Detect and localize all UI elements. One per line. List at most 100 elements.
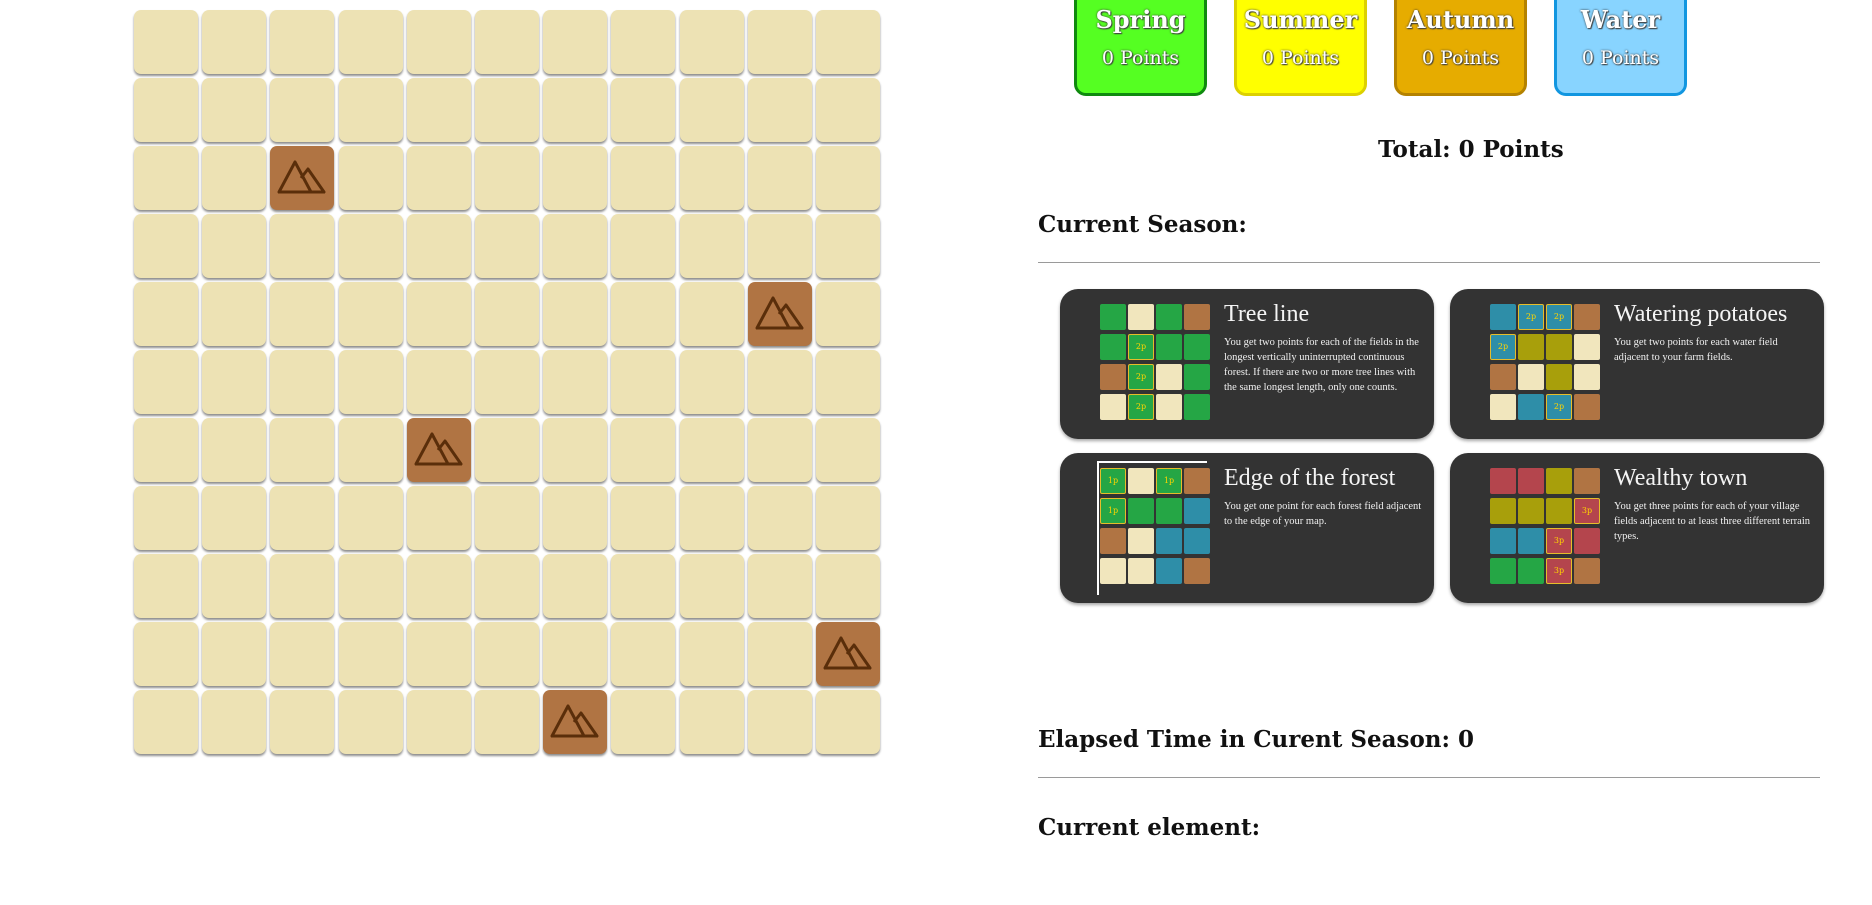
map-cell[interactable] bbox=[543, 78, 608, 142]
map-cell[interactable] bbox=[338, 214, 403, 278]
map-cell[interactable] bbox=[270, 486, 335, 550]
map-cell[interactable] bbox=[406, 282, 471, 346]
map-cell[interactable] bbox=[747, 622, 812, 686]
map-cell[interactable] bbox=[815, 554, 880, 618]
map-cell[interactable] bbox=[202, 78, 267, 142]
map-cell[interactable] bbox=[543, 486, 608, 550]
map-cell[interactable] bbox=[134, 486, 198, 550]
map-cell[interactable] bbox=[270, 10, 335, 74]
map-cell[interactable] bbox=[202, 146, 267, 210]
map-cell[interactable] bbox=[202, 418, 267, 482]
map-cell[interactable] bbox=[815, 146, 880, 210]
map-cell[interactable] bbox=[202, 350, 267, 414]
map-cell[interactable] bbox=[270, 78, 335, 142]
map-cell[interactable] bbox=[134, 418, 198, 482]
map-cell[interactable] bbox=[679, 146, 744, 210]
map-cell[interactable] bbox=[747, 690, 812, 754]
map-cell[interactable] bbox=[474, 486, 539, 550]
map-cell[interactable] bbox=[679, 282, 744, 346]
map-cell[interactable] bbox=[134, 690, 198, 754]
map-cell[interactable] bbox=[543, 350, 608, 414]
map-cell[interactable] bbox=[747, 554, 812, 618]
map-cell[interactable] bbox=[815, 78, 880, 142]
map-cell[interactable] bbox=[406, 690, 471, 754]
map-cell[interactable] bbox=[338, 146, 403, 210]
map-cell[interactable] bbox=[679, 214, 744, 278]
map-cell[interactable] bbox=[202, 10, 267, 74]
map-cell[interactable] bbox=[338, 10, 403, 74]
map-cell[interactable] bbox=[543, 146, 608, 210]
map-cell[interactable] bbox=[270, 554, 335, 618]
map-cell[interactable] bbox=[474, 554, 539, 618]
map-cell[interactable] bbox=[611, 10, 676, 74]
map-cell[interactable] bbox=[134, 10, 198, 74]
map-cell[interactable] bbox=[815, 418, 880, 482]
map-cell[interactable] bbox=[474, 282, 539, 346]
map-cell[interactable] bbox=[270, 690, 335, 754]
map-cell[interactable] bbox=[747, 146, 812, 210]
map-cell[interactable] bbox=[815, 214, 880, 278]
map-cell[interactable] bbox=[474, 10, 539, 74]
map-cell[interactable] bbox=[338, 418, 403, 482]
map-cell[interactable] bbox=[474, 690, 539, 754]
map-cell[interactable] bbox=[338, 282, 403, 346]
map-cell[interactable] bbox=[679, 350, 744, 414]
map-cell[interactable] bbox=[815, 690, 880, 754]
map-cell[interactable] bbox=[202, 554, 267, 618]
map-cell[interactable] bbox=[747, 486, 812, 550]
map-cell[interactable] bbox=[679, 554, 744, 618]
map-cell[interactable] bbox=[338, 350, 403, 414]
map-cell[interactable] bbox=[679, 622, 744, 686]
map-cell[interactable] bbox=[202, 282, 267, 346]
map-cell[interactable] bbox=[815, 10, 880, 74]
map-cell-mountain[interactable] bbox=[747, 282, 812, 346]
map-cell[interactable] bbox=[611, 486, 676, 550]
map-cell[interactable] bbox=[474, 350, 539, 414]
map-cell[interactable] bbox=[679, 486, 744, 550]
map-cell[interactable] bbox=[406, 78, 471, 142]
map-cell[interactable] bbox=[134, 214, 198, 278]
map-cell[interactable] bbox=[406, 350, 471, 414]
map-cell[interactable] bbox=[611, 554, 676, 618]
map-cell[interactable] bbox=[338, 486, 403, 550]
map-cell[interactable] bbox=[202, 690, 267, 754]
map-cell[interactable] bbox=[134, 282, 198, 346]
map-cell[interactable] bbox=[611, 622, 676, 686]
map-cell[interactable] bbox=[406, 10, 471, 74]
map-cell[interactable] bbox=[679, 10, 744, 74]
map-cell[interactable] bbox=[270, 622, 335, 686]
map-cell[interactable] bbox=[747, 78, 812, 142]
map-cell[interactable] bbox=[134, 146, 198, 210]
map-cell[interactable] bbox=[611, 282, 676, 346]
map-cell[interactable] bbox=[474, 214, 539, 278]
map-cell[interactable] bbox=[406, 486, 471, 550]
map-cell[interactable] bbox=[815, 350, 880, 414]
map-cell[interactable] bbox=[134, 78, 198, 142]
map-cell[interactable] bbox=[406, 622, 471, 686]
map-cell[interactable] bbox=[543, 622, 608, 686]
map-cell-mountain[interactable] bbox=[543, 690, 608, 754]
map-cell[interactable] bbox=[338, 554, 403, 618]
map-cell[interactable] bbox=[134, 350, 198, 414]
map-cell[interactable] bbox=[338, 622, 403, 686]
map-cell[interactable] bbox=[202, 214, 267, 278]
map-cell[interactable] bbox=[611, 690, 676, 754]
map-cell[interactable] bbox=[270, 282, 335, 346]
map-cell[interactable] bbox=[679, 78, 744, 142]
map-cell[interactable] bbox=[747, 418, 812, 482]
map-cell[interactable] bbox=[474, 146, 539, 210]
map-cell[interactable] bbox=[679, 418, 744, 482]
map-cell[interactable] bbox=[270, 350, 335, 414]
map-cell[interactable] bbox=[543, 282, 608, 346]
map-cell[interactable] bbox=[406, 554, 471, 618]
map-cell-mountain[interactable] bbox=[270, 146, 335, 210]
map-cell[interactable] bbox=[815, 282, 880, 346]
map-cell[interactable] bbox=[611, 350, 676, 414]
map-cell[interactable] bbox=[611, 78, 676, 142]
map-cell[interactable] bbox=[406, 146, 471, 210]
map-cell[interactable] bbox=[747, 10, 812, 74]
map-cell[interactable] bbox=[543, 10, 608, 74]
map-cell[interactable] bbox=[611, 146, 676, 210]
map-cell[interactable] bbox=[474, 78, 539, 142]
map-cell-mountain[interactable] bbox=[815, 622, 880, 686]
